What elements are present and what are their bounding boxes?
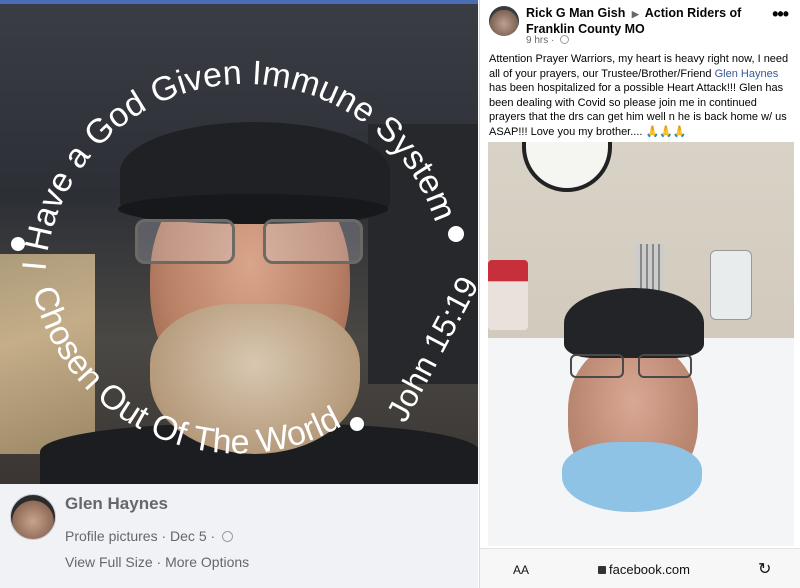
post-meta-text: Profile pictures · Dec 5 ·: [65, 528, 216, 544]
tagged-person-link[interactable]: Glen Haynes: [715, 68, 779, 80]
reload-icon[interactable]: ↻: [758, 559, 771, 579]
suction-canister: [488, 260, 528, 330]
bottom-arc-text: Chosen Out Of The World: [25, 282, 346, 462]
svg-text:I Have a God Given Immune Syst: I Have a God Given Immune System: [15, 54, 463, 272]
patient-glasses: [570, 354, 694, 380]
hospital-photo[interactable]: [488, 142, 794, 546]
lock-icon: [598, 566, 606, 574]
avatar[interactable]: [10, 494, 56, 540]
wall-clock: [522, 142, 612, 192]
face-mask: [562, 442, 702, 512]
post-body: Attention Prayer Warriors, my heart is h…: [489, 52, 794, 139]
post-body-text-2: has been hospitalized for a possible Hea…: [489, 82, 787, 138]
group-post: Rick G Man Gish ▶ Action Riders of Frank…: [479, 0, 800, 588]
address-bar[interactable]: facebook.com: [598, 562, 690, 577]
profile-photo[interactable]: I Have a God Given Immune System Chosen …: [0, 4, 478, 484]
url-text: facebook.com: [609, 562, 690, 577]
poster-name[interactable]: Glen Haynes: [65, 494, 168, 514]
post-meta: Profile pictures · Dec 5 ·: [65, 528, 234, 544]
patient-cap: [564, 288, 704, 358]
post-header: Rick G Man Gish ▶ Action Riders of Frank…: [526, 6, 761, 37]
verse-text: John 15:19: [379, 271, 478, 428]
author-name[interactable]: Rick G Man Gish: [526, 6, 625, 20]
dot-bottom: [350, 417, 364, 431]
top-arc-text: I Have a God Given Immune System: [15, 54, 463, 272]
profile-picture-post: I Have a God Given Immune System Chosen …: [0, 0, 478, 588]
caret-right-icon: ▶: [631, 9, 639, 19]
dot-left: [11, 237, 25, 251]
post-time: 9 hrs ·: [526, 35, 570, 46]
post-time-text[interactable]: 9 hrs ·: [526, 35, 554, 46]
text-size-button[interactable]: AA: [513, 563, 529, 577]
post-footer: Glen Haynes Profile pictures · Dec 5 · V…: [0, 484, 478, 588]
author-avatar[interactable]: [489, 6, 519, 36]
wall-monitor: [710, 250, 752, 320]
svg-text:Chosen Out Of The World: Chosen Out Of The World: [25, 282, 346, 462]
screenshot-root: I Have a God Given Immune System Chosen …: [0, 0, 800, 588]
circular-frame-text: I Have a God Given Immune System Chosen …: [11, 54, 478, 462]
globe-icon: [560, 35, 570, 44]
globe-icon: [222, 531, 234, 542]
dot-right: [448, 226, 464, 242]
browser-bar: AA facebook.com ↻: [480, 548, 800, 588]
photo-options-links[interactable]: View Full Size · More Options: [65, 554, 249, 570]
more-options-button[interactable]: •••: [772, 4, 789, 25]
